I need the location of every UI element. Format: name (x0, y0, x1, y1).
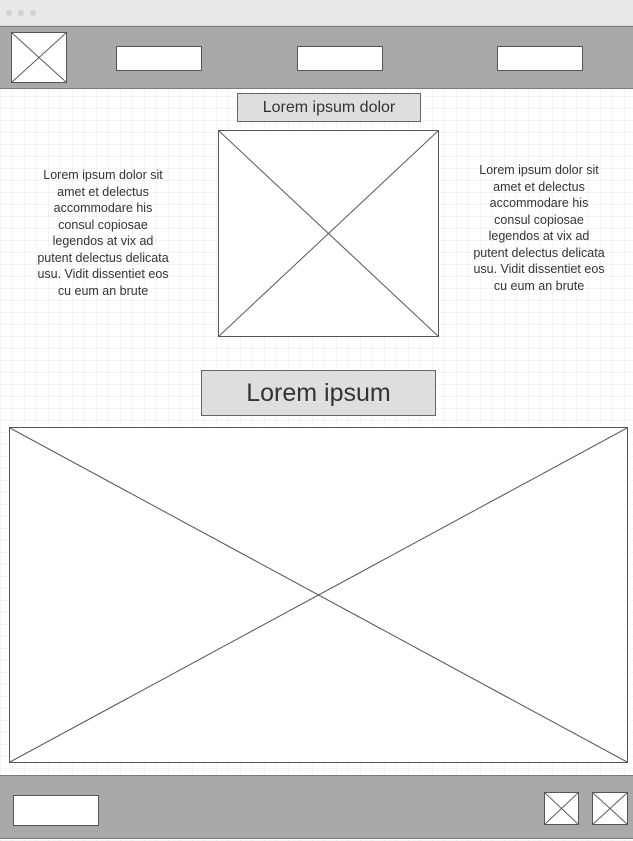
nav-item-2[interactable] (297, 46, 383, 71)
hero-image-placeholder[interactable] (9, 427, 628, 763)
paragraph-left: Lorem ipsum dolor sit amet et delectus a… (37, 168, 169, 298)
image-placeholder-icon (10, 428, 627, 762)
footer-link-box[interactable] (13, 795, 99, 826)
nav-item-1[interactable] (116, 46, 202, 71)
image-placeholder-icon (593, 793, 627, 824)
section-caption-small: Lorem ipsum dolor (237, 93, 421, 122)
window-dot-icon (18, 10, 24, 16)
image-placeholder-icon (545, 793, 578, 824)
window-dot-icon (30, 10, 36, 16)
footer-icon-placeholder-2[interactable] (592, 792, 628, 825)
center-image-placeholder[interactable] (218, 130, 439, 337)
footer-icon-placeholder-1[interactable] (544, 792, 579, 825)
nav-item-3[interactable] (497, 46, 583, 71)
image-placeholder-icon (12, 33, 66, 82)
paragraph-right: Lorem ipsum dolor sit amet et delectus a… (473, 163, 605, 293)
window-titlebar (0, 0, 633, 26)
section-caption-large: Lorem ipsum (201, 370, 436, 416)
window-dot-icon (6, 10, 12, 16)
image-placeholder-icon (219, 131, 438, 336)
logo-image-placeholder[interactable] (11, 32, 67, 83)
